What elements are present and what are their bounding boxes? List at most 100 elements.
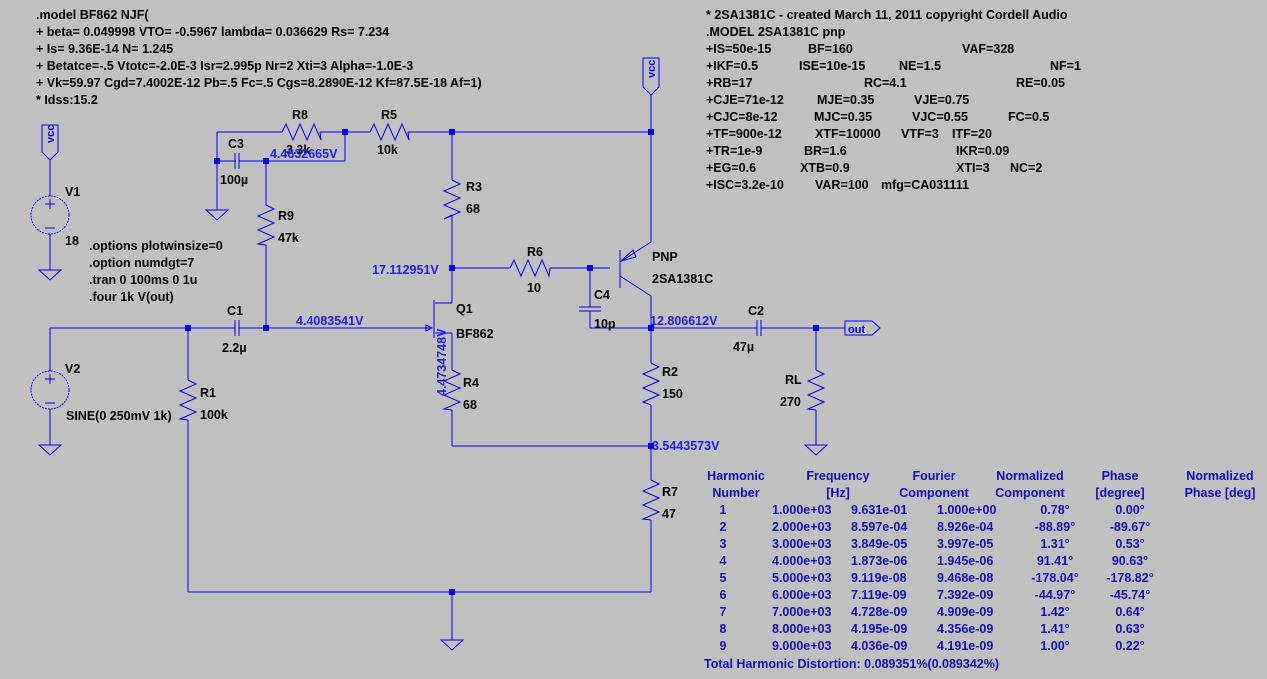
bf862-model-line: + Is= 9.36E-14 N= 1.245 xyxy=(36,42,173,56)
sa1381c-model-token: MJE=0.35 xyxy=(817,93,874,107)
sa1381c-model-token: ITF=20 xyxy=(952,127,992,141)
table-header: [Hz] xyxy=(826,486,850,500)
sa1381c-model-token: mfg=CA031111 xyxy=(881,178,969,192)
table-cell: 0.78° xyxy=(1040,503,1069,517)
resistor-r9[interactable] xyxy=(256,204,276,246)
sa1381c-model-token: +IS=50e-15 xyxy=(706,42,771,56)
v1-value: 18 xyxy=(65,234,79,248)
vcc-flag-label-2: vcc xyxy=(646,60,658,78)
sa1381c-model-token: +TF=900e-12 xyxy=(706,127,782,141)
table-cell: 3.000e+03 xyxy=(772,537,831,551)
r1-value: 100k xyxy=(200,408,228,422)
resistor-r5[interactable] xyxy=(369,122,410,142)
sa1381c-model-token: NC=2 xyxy=(1010,161,1042,175)
node-voltage-r8-r5: 4.4632665V xyxy=(270,147,338,161)
sa1381c-model-token: IKR=0.09 xyxy=(956,144,1009,158)
sa1381c-model-token: +CJE=71e-12 xyxy=(706,93,784,107)
bf862-model-line: .model BF862 NJF( xyxy=(36,8,149,22)
rl-label: RL xyxy=(785,373,802,387)
r2-label: R2 xyxy=(662,365,678,379)
ground-icon xyxy=(204,209,230,221)
node-voltage-gate: 4.4083541V xyxy=(296,314,364,328)
resistor-r8[interactable] xyxy=(281,122,322,142)
table-cell: 0.00° xyxy=(1115,503,1144,517)
table-cell: 6.000e+03 xyxy=(772,588,831,602)
r9-value: 47k xyxy=(278,231,299,245)
c3-value: 100µ xyxy=(220,173,248,187)
sa1381c-model-token: VAR=100 xyxy=(815,178,869,192)
r4-label: R4 xyxy=(463,376,479,390)
schematic[interactable]: vccvccoutV118V2SINE(0 250mV 1k)R1100kR83… xyxy=(0,0,1267,679)
r9-label: R9 xyxy=(278,209,294,223)
bf862-model-line: + beta= 0.049998 VTO= -0.5967 lambda= 0.… xyxy=(36,25,389,39)
table-cell: 7.392e-09 xyxy=(937,588,993,602)
table-cell: 4.000e+03 xyxy=(772,554,831,568)
resistor-rl[interactable] xyxy=(806,369,826,411)
c1-value: 2.2µ xyxy=(222,341,247,355)
table-header: Component xyxy=(899,486,969,500)
sa1381c-model-token: XTF=10000 xyxy=(815,127,881,141)
sa1381c-model-token: MJC=0.35 xyxy=(814,110,872,124)
table-cell: -45.74° xyxy=(1110,588,1150,602)
table-cell: 0.22° xyxy=(1115,639,1144,653)
r1-label: R1 xyxy=(200,386,216,400)
table-cell: 7.000e+03 xyxy=(772,605,831,619)
table-cell: 1.945e-06 xyxy=(937,554,993,568)
v2-value: SINE(0 250mV 1k) xyxy=(66,409,172,423)
table-cell: 8.926e-04 xyxy=(937,520,993,534)
resistor-r6[interactable] xyxy=(509,258,551,278)
c1-label: C1 xyxy=(227,304,243,318)
bf862-model-line: + Betatce=-.5 Vtotc=-2.0E-3 Isr=2.995p N… xyxy=(36,59,413,73)
sa1381c-model-token: +TR=1e-9 xyxy=(706,144,762,158)
schematic-canvas[interactable]: vcc vcc out V1 18 V2 SINE(0 250mV 1k) R1 100k R8 3… xyxy=(0,0,1267,679)
node-voltage-drain: 17.112951V xyxy=(372,263,439,277)
table-cell: 4 xyxy=(720,554,727,568)
sa1381c-model-token: +ISC=3.2e-10 xyxy=(706,178,784,192)
table-cell: -44.97° xyxy=(1035,588,1075,602)
r5-label: R5 xyxy=(381,108,397,122)
sa1381c-model-token: * 2SA1381C - created March 11, 2011 copy… xyxy=(706,8,1068,22)
ground-icon xyxy=(439,639,465,651)
table-header: [degree] xyxy=(1095,486,1144,500)
table-cell: 90.63° xyxy=(1112,554,1148,568)
resistor-r3[interactable] xyxy=(442,179,462,220)
capacitor-c4[interactable] xyxy=(579,306,601,312)
r7-label: R7 xyxy=(662,485,678,499)
table-cell: 1.873e-06 xyxy=(851,554,907,568)
table-header: Phase xyxy=(1102,469,1139,483)
sa1381c-model-token: FC=0.5 xyxy=(1008,110,1049,124)
sa1381c-model-token: VAF=328 xyxy=(962,42,1014,56)
table-cell: 4.195e-09 xyxy=(851,622,907,636)
r3-label: R3 xyxy=(466,180,482,194)
spice-directive: .four 1k V(out) xyxy=(89,290,174,304)
rl-value: 270 xyxy=(780,395,801,409)
sa1381c-model-token: BR=1.6 xyxy=(804,144,847,158)
resistor-r2[interactable] xyxy=(641,362,661,406)
table-cell: 5.000e+03 xyxy=(772,571,831,585)
table-cell: 3.849e-05 xyxy=(851,537,907,551)
table-cell: 4.728e-09 xyxy=(851,605,907,619)
resistor-r7[interactable] xyxy=(641,479,661,521)
voltage-source-v1[interactable] xyxy=(30,195,70,235)
resistor-r1[interactable] xyxy=(178,379,198,421)
junction-dot xyxy=(214,158,220,164)
table-cell: -88.89° xyxy=(1035,520,1075,534)
r4-value: 68 xyxy=(463,398,477,412)
table-header: Component xyxy=(995,486,1065,500)
sa1381c-model-token: VJC=0.55 xyxy=(912,110,968,124)
table-cell: 5 xyxy=(720,571,727,585)
voltage-source-v2[interactable] xyxy=(30,370,70,410)
table-cell: 6 xyxy=(720,588,727,602)
q1-value: BF862 xyxy=(456,327,494,341)
c4-label: C4 xyxy=(594,288,610,302)
sa1381c-model-token: NE=1.5 xyxy=(899,59,941,73)
pnp-transistor-q2[interactable] xyxy=(619,241,652,297)
table-cell: 1.000e+03 xyxy=(772,503,831,517)
capacitor-c2[interactable] xyxy=(756,320,762,336)
spice-directive: .options plotwinsize=0 xyxy=(89,239,223,253)
ground-icon xyxy=(37,444,63,456)
sa1381c-model-token: +CJC=8e-12 xyxy=(706,110,778,124)
table-header: Normalized xyxy=(1186,469,1253,483)
capacitor-c1[interactable] xyxy=(234,320,240,336)
q2-type-label: PNP xyxy=(652,250,678,264)
